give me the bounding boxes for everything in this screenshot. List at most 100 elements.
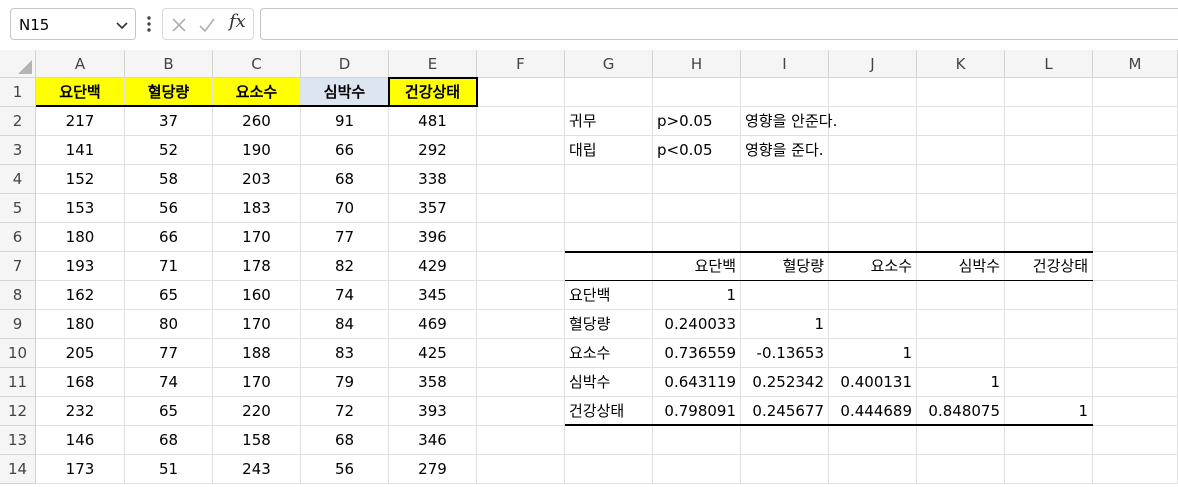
cell-c12[interactable]: 220	[213, 397, 301, 426]
cell-h2[interactable]: p>0.05	[653, 107, 741, 136]
cell-d9[interactable]: 84	[301, 310, 389, 339]
cell-m10[interactable]	[1093, 339, 1178, 368]
cell-k5[interactable]	[917, 194, 1005, 223]
cell-a11[interactable]: 168	[36, 368, 125, 397]
cell-e2[interactable]: 481	[389, 107, 477, 136]
cell-c1[interactable]: 요소수	[213, 78, 301, 107]
name-box[interactable]: N15	[10, 8, 136, 40]
cell-c5[interactable]: 183	[213, 194, 301, 223]
cell-a4[interactable]: 152	[36, 165, 125, 194]
cell-a12[interactable]: 232	[36, 397, 125, 426]
cell-f2[interactable]	[477, 107, 565, 136]
cell-d1[interactable]: 심박수	[301, 78, 389, 107]
cell-e9[interactable]: 469	[389, 310, 477, 339]
cell-h5[interactable]	[653, 194, 741, 223]
column-header-h[interactable]: H	[653, 50, 741, 78]
cell-e12[interactable]: 393	[389, 397, 477, 426]
cell-i5[interactable]	[741, 194, 829, 223]
cell-b4[interactable]: 58	[125, 165, 213, 194]
cell-d14[interactable]: 56	[301, 455, 389, 484]
cell-c3[interactable]: 190	[213, 136, 301, 165]
cell-l3[interactable]	[1005, 136, 1093, 165]
cell-m5[interactable]	[1093, 194, 1178, 223]
cell-h13[interactable]	[653, 426, 741, 455]
cell-b5[interactable]: 56	[125, 194, 213, 223]
cell-h10[interactable]: 0.736559	[653, 339, 741, 368]
cell-j2[interactable]	[829, 107, 917, 136]
column-header-l[interactable]: L	[1005, 50, 1093, 78]
cell-h1[interactable]	[653, 78, 741, 107]
cell-c10[interactable]: 188	[213, 339, 301, 368]
cell-j10[interactable]: 1	[829, 339, 917, 368]
column-header-i[interactable]: I	[741, 50, 829, 78]
row-header-14[interactable]: 14	[0, 455, 36, 484]
column-header-d[interactable]: D	[301, 50, 389, 78]
row-header-6[interactable]: 6	[0, 223, 36, 252]
cell-a6[interactable]: 180	[36, 223, 125, 252]
cell-f1[interactable]	[477, 78, 565, 107]
column-header-k[interactable]: K	[917, 50, 1005, 78]
column-header-j[interactable]: J	[829, 50, 917, 78]
cell-k14[interactable]	[917, 455, 1005, 484]
cell-h7[interactable]: 요단백	[653, 252, 741, 281]
row-header-3[interactable]: 3	[0, 136, 36, 165]
column-header-a[interactable]: A	[36, 50, 125, 78]
cell-c9[interactable]: 170	[213, 310, 301, 339]
cell-f13[interactable]	[477, 426, 565, 455]
row-header-5[interactable]: 5	[0, 194, 36, 223]
cell-g11[interactable]: 심박수	[565, 368, 653, 397]
cell-c4[interactable]: 203	[213, 165, 301, 194]
cell-b7[interactable]: 71	[125, 252, 213, 281]
fx-icon[interactable]: fx	[229, 11, 246, 32]
cell-a8[interactable]: 162	[36, 281, 125, 310]
row-header-2[interactable]: 2	[0, 107, 36, 136]
cell-m8[interactable]	[1093, 281, 1178, 310]
cell-i11[interactable]: 0.252342	[741, 368, 829, 397]
cell-l1[interactable]	[1005, 78, 1093, 107]
cell-b2[interactable]: 37	[125, 107, 213, 136]
cell-j4[interactable]	[829, 165, 917, 194]
cell-g13[interactable]	[565, 426, 653, 455]
cell-d6[interactable]: 77	[301, 223, 389, 252]
cell-g7[interactable]	[565, 252, 653, 281]
cancel-x-icon[interactable]	[169, 15, 189, 35]
cell-a3[interactable]: 141	[36, 136, 125, 165]
cell-l11[interactable]	[1005, 368, 1093, 397]
confirm-check-icon[interactable]	[197, 15, 217, 35]
cell-c11[interactable]: 170	[213, 368, 301, 397]
cell-h6[interactable]	[653, 223, 741, 252]
cell-j6[interactable]	[829, 223, 917, 252]
cell-a2[interactable]: 217	[36, 107, 125, 136]
cell-l7[interactable]: 건강상태	[1005, 252, 1093, 281]
cell-k4[interactable]	[917, 165, 1005, 194]
cell-f11[interactable]	[477, 368, 565, 397]
cell-i9[interactable]: 1	[741, 310, 829, 339]
cell-m9[interactable]	[1093, 310, 1178, 339]
cell-f4[interactable]	[477, 165, 565, 194]
cell-g12[interactable]: 건강상태	[565, 397, 653, 426]
cell-j5[interactable]	[829, 194, 917, 223]
cell-m12[interactable]	[1093, 397, 1178, 426]
row-header-13[interactable]: 13	[0, 426, 36, 455]
cell-j8[interactable]	[829, 281, 917, 310]
cell-i14[interactable]	[741, 455, 829, 484]
cell-b8[interactable]: 65	[125, 281, 213, 310]
cell-d5[interactable]: 70	[301, 194, 389, 223]
cell-i10[interactable]: -0.13653	[741, 339, 829, 368]
cell-k2[interactable]	[917, 107, 1005, 136]
cell-b12[interactable]: 65	[125, 397, 213, 426]
cell-f14[interactable]	[477, 455, 565, 484]
cell-f6[interactable]	[477, 223, 565, 252]
cell-h14[interactable]	[653, 455, 741, 484]
cell-b1[interactable]: 혈당량	[125, 78, 213, 107]
cell-f9[interactable]	[477, 310, 565, 339]
cell-f10[interactable]	[477, 339, 565, 368]
column-header-g[interactable]: G	[565, 50, 653, 78]
row-header-12[interactable]: 12	[0, 397, 36, 426]
cell-h12[interactable]: 0.798091	[653, 397, 741, 426]
cell-i4[interactable]	[741, 165, 829, 194]
name-box-value[interactable]: N15	[19, 16, 49, 34]
cell-f12[interactable]	[477, 397, 565, 426]
cell-f3[interactable]	[477, 136, 565, 165]
cell-c13[interactable]: 158	[213, 426, 301, 455]
